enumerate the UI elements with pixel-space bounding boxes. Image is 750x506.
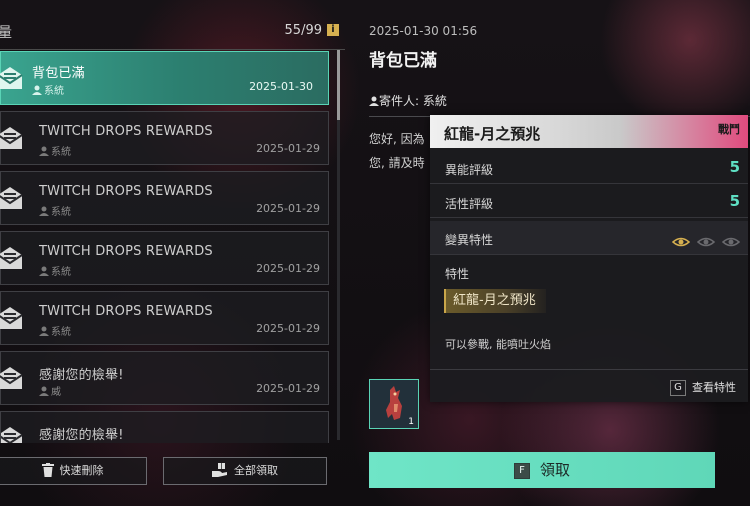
mail-body-line: 您, 請及時 bbox=[369, 156, 425, 170]
view-trait-label: 查看特性 bbox=[692, 381, 736, 394]
eye-icon bbox=[696, 237, 716, 247]
person-icon bbox=[369, 96, 379, 106]
envelope-icon bbox=[1, 427, 23, 443]
mail-subject: TWITCH DROPS REWARDS bbox=[39, 124, 213, 139]
mail-count: 55/99 bbox=[284, 23, 322, 38]
mutation-indicators bbox=[670, 232, 741, 251]
info-icon[interactable]: i bbox=[327, 24, 339, 36]
person-icon bbox=[39, 386, 49, 396]
hand-gift-icon bbox=[212, 463, 227, 477]
mail-list-panel: 量 55/99 i 背包已滿 系統 2025-01-30 TWITCH DROP… bbox=[0, 0, 345, 506]
trait-section-title: 特性 bbox=[445, 267, 470, 281]
mail-body-line: 您好, 因為 bbox=[369, 132, 425, 146]
activity-rating-row: 活性評級 5 bbox=[430, 185, 748, 218]
mail-title: 背包已滿 bbox=[369, 51, 437, 71]
tooltip-footer-divider bbox=[430, 369, 748, 370]
mail-item-twitch-3[interactable]: TWITCH DROPS REWARDS 系統 2025-01-29 bbox=[0, 231, 329, 285]
view-trait-button[interactable]: G 查看特性 bbox=[670, 379, 736, 396]
mail-item-report-2[interactable]: 感謝您的檢舉! bbox=[0, 411, 329, 443]
envelope-icon bbox=[0, 247, 23, 269]
quick-delete-label: 快速刪除 bbox=[59, 464, 104, 477]
view-trait-key-hint: G bbox=[670, 380, 686, 396]
envelope-icon bbox=[0, 127, 23, 149]
mail-sender: 系統 bbox=[39, 323, 71, 338]
person-icon bbox=[39, 326, 49, 336]
mail-sender-name: 系統 bbox=[51, 327, 71, 338]
mutation-trait-label: 變異特性 bbox=[445, 233, 494, 247]
mutation-trait-row: 變異特性 bbox=[430, 221, 748, 255]
claim-all-label: 全部領取 bbox=[234, 464, 278, 477]
mail-sender: 系統 bbox=[32, 82, 64, 97]
mail-date: 2025-01-29 bbox=[256, 262, 320, 275]
mail-sender: 威 bbox=[39, 383, 61, 398]
trait-badge: 紅龍-月之預兆 bbox=[444, 289, 546, 313]
pet-name: 紅龍-月之預兆 bbox=[444, 125, 541, 143]
pet-tooltip: 紅龍-月之預兆 戰鬥 異能評級 5 活性評級 5 變異特性 特性 紅龍-月之預兆… bbox=[430, 115, 748, 402]
mail-subject: 背包已滿 bbox=[32, 66, 85, 81]
mail-item-report-1[interactable]: 感謝您的檢舉! 威 2025-01-29 bbox=[0, 351, 329, 405]
eye-icon bbox=[721, 237, 741, 247]
mail-sender-line: 寄件人: 系統 bbox=[369, 92, 447, 109]
mail-sender-text: 寄件人: 系統 bbox=[379, 94, 447, 108]
quick-delete-button[interactable]: 快速刪除 bbox=[0, 457, 147, 485]
mail-list-header: 量 55/99 i bbox=[0, 16, 345, 50]
mail-item-twitch-1[interactable]: TWITCH DROPS REWARDS 系統 2025-01-29 bbox=[0, 111, 329, 165]
eye-icon bbox=[671, 237, 690, 247]
attachment-slot[interactable]: 1 bbox=[369, 379, 419, 429]
claim-button[interactable]: F 領取 bbox=[369, 452, 715, 488]
mail-date: 2025-01-30 bbox=[249, 80, 313, 93]
mail-subject: TWITCH DROPS REWARDS bbox=[39, 304, 213, 319]
mail-subject: TWITCH DROPS REWARDS bbox=[39, 184, 213, 199]
ability-rating-row: 異能評級 5 bbox=[430, 151, 748, 184]
mail-sender-name: 系統 bbox=[51, 147, 71, 158]
envelope-icon bbox=[0, 67, 23, 89]
mail-sender: 系統 bbox=[39, 203, 71, 218]
mail-item-twitch-4[interactable]: TWITCH DROPS REWARDS 系統 2025-01-29 bbox=[0, 291, 329, 345]
person-icon bbox=[39, 266, 49, 276]
claim-key-hint: F bbox=[513, 463, 530, 479]
mail-date: 2025-01-29 bbox=[256, 202, 320, 215]
trash-icon bbox=[41, 463, 54, 477]
person-icon bbox=[32, 85, 42, 95]
mail-sender-name: 威 bbox=[51, 387, 61, 398]
ability-rating-value: 5 bbox=[729, 158, 740, 176]
mail-sender: 系統 bbox=[39, 263, 71, 278]
mail-subject: 感謝您的檢舉! bbox=[39, 428, 124, 443]
header-divider bbox=[0, 49, 345, 50]
mail-sender-name: 系統 bbox=[51, 267, 71, 278]
mail-body: 您好, 因為 您, 請及時 bbox=[369, 127, 425, 175]
claim-all-button[interactable]: 全部領取 bbox=[163, 457, 327, 485]
mail-subject: TWITCH DROPS REWARDS bbox=[39, 244, 213, 259]
claim-label: 領取 bbox=[539, 461, 570, 479]
envelope-icon bbox=[0, 187, 23, 209]
pet-description: 可以參戰, 能噴吐火焰 bbox=[445, 338, 551, 351]
envelope-icon bbox=[0, 307, 23, 329]
mail-subject: 感謝您的檢舉! bbox=[39, 368, 124, 383]
mail-datetime: 2025-01-30 01:56 bbox=[369, 24, 478, 38]
person-icon bbox=[39, 146, 49, 156]
person-icon bbox=[39, 206, 49, 216]
activity-rating-value: 5 bbox=[729, 192, 740, 210]
mailbox-title: 量 bbox=[0, 25, 12, 41]
attachment-quantity: 1 bbox=[408, 417, 414, 427]
activity-rating-label: 活性評級 bbox=[445, 197, 494, 211]
mail-sender-name: 系統 bbox=[51, 207, 71, 218]
mail-item-full-bag[interactable]: 背包已滿 系統 2025-01-30 bbox=[0, 51, 329, 105]
mail-date: 2025-01-29 bbox=[256, 382, 320, 395]
mail-sender: 系統 bbox=[39, 143, 71, 158]
envelope-icon bbox=[0, 367, 23, 389]
tooltip-header: 紅龍-月之預兆 戰鬥 bbox=[430, 115, 748, 148]
ability-rating-label: 異能評級 bbox=[445, 163, 494, 177]
scrollbar-thumb[interactable] bbox=[337, 50, 340, 120]
mail-date: 2025-01-29 bbox=[256, 322, 320, 335]
mail-date: 2025-01-29 bbox=[256, 142, 320, 155]
mail-item-twitch-2[interactable]: TWITCH DROPS REWARDS 系統 2025-01-29 bbox=[0, 171, 329, 225]
mail-sender-name: 系統 bbox=[44, 86, 64, 97]
pet-type-tag: 戰鬥 bbox=[718, 123, 740, 136]
